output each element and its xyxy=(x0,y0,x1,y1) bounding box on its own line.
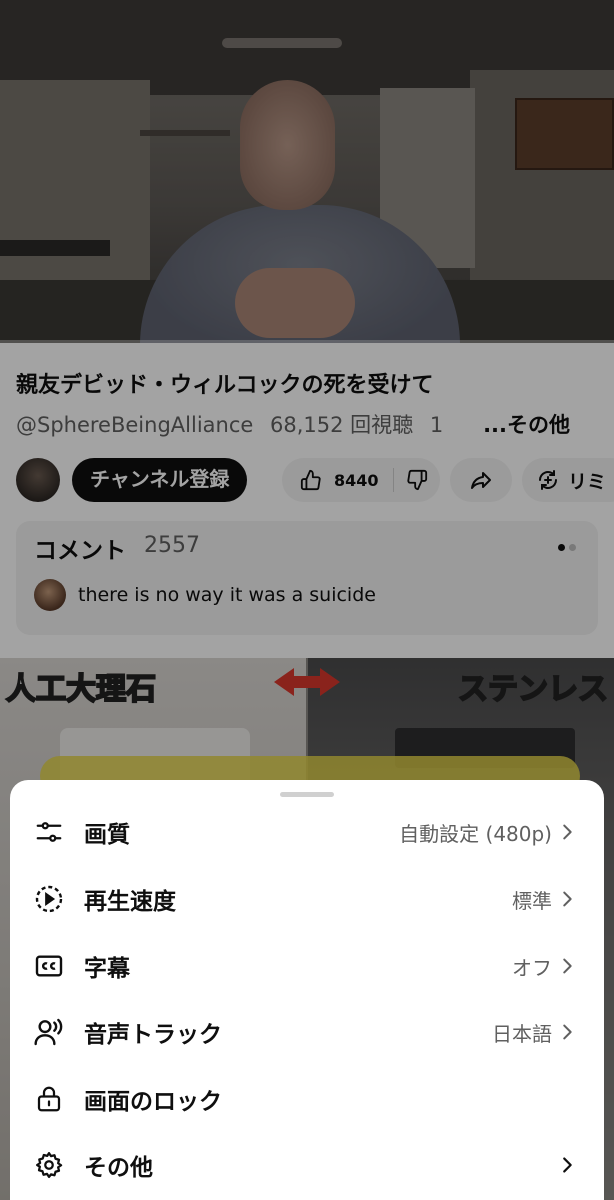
menu-label-quality: 画質 xyxy=(84,822,130,848)
menu-label-audio-track: 音声トラック xyxy=(84,1022,222,1048)
menu-label-playback-speed: 再生速度 xyxy=(84,889,176,915)
chevron-right-icon xyxy=(563,1024,572,1040)
sheet-drag-handle[interactable] xyxy=(280,792,334,797)
menu-item-screen-lock[interactable]: 画面のロック xyxy=(10,1069,604,1129)
menu-value-quality: 自動設定 (480p) xyxy=(399,821,552,846)
settings-bottom-sheet: 画質 自動設定 (480p) 再生速度 標準 字幕 オフ 音声トラック 日本語 … xyxy=(10,780,604,1200)
menu-value-captions: オフ xyxy=(512,955,552,980)
menu-label-more: その他 xyxy=(84,1155,153,1181)
audio-track-icon xyxy=(32,1015,66,1049)
menu-label-captions: 字幕 xyxy=(84,956,130,982)
captions-icon xyxy=(32,949,66,983)
chevron-right-icon xyxy=(563,824,572,840)
chevron-right-icon xyxy=(563,958,572,974)
lock-icon xyxy=(32,1082,66,1116)
menu-item-captions[interactable]: 字幕 オフ xyxy=(10,936,604,996)
playback-speed-icon xyxy=(32,882,66,916)
chevron-right-icon xyxy=(563,1157,572,1173)
menu-item-more[interactable]: その他 xyxy=(10,1135,604,1195)
menu-value-audio-track: 日本語 xyxy=(492,1021,552,1046)
menu-item-audio-track[interactable]: 音声トラック 日本語 xyxy=(10,1002,604,1062)
chevron-right-icon xyxy=(563,891,572,907)
menu-item-playback-speed[interactable]: 再生速度 標準 xyxy=(10,869,604,929)
menu-item-quality[interactable]: 画質 自動設定 (480p) xyxy=(10,802,604,862)
menu-label-screen-lock: 画面のロック xyxy=(84,1089,222,1115)
menu-value-playback-speed: 標準 xyxy=(512,888,552,913)
gear-icon xyxy=(32,1148,66,1182)
quality-sliders-icon xyxy=(32,815,66,849)
